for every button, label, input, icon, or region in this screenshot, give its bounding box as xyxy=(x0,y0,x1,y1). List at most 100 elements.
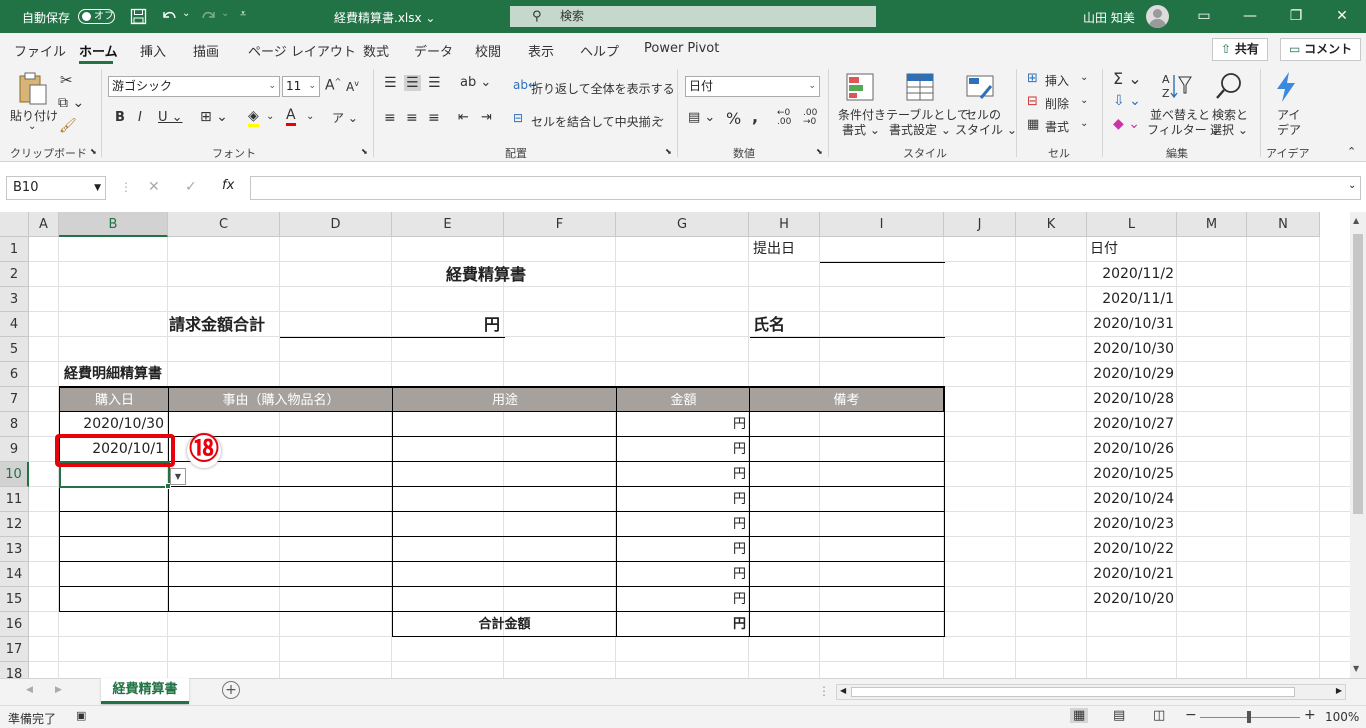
alignment-launcher-icon[interactable]: ⬊ xyxy=(665,147,672,156)
date-list-header[interactable]: 日付 xyxy=(1090,237,1118,262)
column-header-i[interactable]: I xyxy=(820,212,944,237)
row-header-12[interactable]: 12 xyxy=(0,512,29,537)
total-request-label[interactable]: 請求金額合計 xyxy=(169,312,265,337)
decrease-font-icon[interactable]: Av xyxy=(346,79,359,94)
row-header-17[interactable]: 17 xyxy=(0,637,29,662)
align-middle-icon[interactable]: ☰ xyxy=(404,75,421,91)
enter-icon[interactable]: ✓ xyxy=(185,179,197,195)
row-header-2[interactable]: 2 xyxy=(0,262,29,287)
row-header-16[interactable]: 16 xyxy=(0,612,29,637)
avatar[interactable] xyxy=(1146,5,1169,28)
formula-input[interactable] xyxy=(250,176,1361,200)
conditional-formatting-icon[interactable] xyxy=(845,72,875,102)
tab-split-handle[interactable]: ⋮ xyxy=(818,684,830,698)
tab-view[interactable]: 表示 xyxy=(528,41,554,60)
decrease-decimal-icon[interactable]: .00 →0 xyxy=(803,109,817,127)
date-list-item[interactable]: 2020/10/28 xyxy=(1087,387,1177,412)
date-list-item[interactable]: 2020/10/24 xyxy=(1087,487,1177,512)
italic-icon[interactable]: I xyxy=(138,110,142,125)
merge-center-button[interactable]: セルを結合して中央揃え xyxy=(531,113,663,130)
minimize-icon[interactable]: — xyxy=(1240,8,1260,24)
tab-file[interactable]: ファイル xyxy=(14,41,66,60)
date-list-item[interactable]: 2020/11/2 xyxy=(1087,262,1177,287)
tab-draw[interactable]: 描画 xyxy=(193,41,219,60)
undo-dropdown-icon[interactable]: ⌄ xyxy=(182,8,190,19)
conditional-formatting-label2[interactable]: 書式 ⌄ xyxy=(842,121,880,138)
dropdown-list-button[interactable]: ▼ xyxy=(170,468,186,485)
accounting-format-icon[interactable]: ▤ ⌄ xyxy=(688,110,715,125)
format-cells-button[interactable]: 書式 xyxy=(1045,118,1069,135)
vertical-scroll-thumb[interactable] xyxy=(1353,234,1363,514)
close-icon[interactable]: ✕ xyxy=(1332,8,1352,24)
sort-filter-icon[interactable]: AZ xyxy=(1160,71,1192,101)
align-right-icon[interactable]: ≡ xyxy=(428,110,440,126)
tab-help[interactable]: ヘルプ xyxy=(580,41,619,60)
merge-dropdown-icon[interactable]: ⌄ xyxy=(657,113,665,124)
delete-cells-icon[interactable]: ⊟ xyxy=(1027,94,1038,109)
amount-cell[interactable]: 円 xyxy=(617,587,749,612)
zoom-in-icon[interactable]: + xyxy=(1304,707,1316,723)
file-name[interactable]: 経費精算書.xlsx ⌄ xyxy=(334,9,435,26)
ribbon-display-options-icon[interactable]: ▭ xyxy=(1194,8,1214,24)
row-header-9[interactable]: 9 xyxy=(0,437,29,462)
row-header-15[interactable]: 15 xyxy=(0,587,29,612)
row-header-6[interactable]: 6 xyxy=(0,362,29,387)
sheet-tab-active[interactable]: 経費精算書 xyxy=(101,678,189,704)
align-left-icon[interactable]: ≡ xyxy=(384,110,396,126)
format-as-table-label2[interactable]: 書式設定 ⌄ xyxy=(889,121,951,138)
column-header-d[interactable]: D xyxy=(280,212,392,237)
total-label[interactable]: 合計金額 xyxy=(393,612,616,637)
insert-cells-icon[interactable]: ⊞ xyxy=(1027,71,1038,86)
row-header-5[interactable]: 5 xyxy=(0,337,29,362)
tab-review[interactable]: 校閲 xyxy=(475,41,501,60)
date-list-item[interactable]: 2020/10/25 xyxy=(1087,462,1177,487)
undo-icon[interactable] xyxy=(160,8,178,25)
column-header-f[interactable]: F xyxy=(504,212,616,237)
date-list-item[interactable]: 2020/10/27 xyxy=(1087,412,1177,437)
header-purpose[interactable]: 用途 xyxy=(392,387,617,412)
insert-cells-button[interactable]: 挿入 xyxy=(1045,72,1069,89)
underline-icon[interactable]: U ⌄ xyxy=(158,110,183,125)
column-header-b[interactable]: B xyxy=(59,212,168,237)
date-list-item[interactable]: 2020/10/23 xyxy=(1087,512,1177,537)
increase-indent-icon[interactable]: ⇥ xyxy=(481,110,492,125)
tab-home[interactable]: ホーム xyxy=(79,41,118,60)
search-box[interactable]: ⚲ 検索 xyxy=(510,6,876,27)
name-box[interactable]: B10 ▼ xyxy=(6,176,106,200)
column-header-c[interactable]: C xyxy=(168,212,280,237)
align-bottom-icon[interactable]: ☰ xyxy=(428,75,441,91)
column-header-m[interactable]: M xyxy=(1177,212,1247,237)
macro-record-icon[interactable]: ▣ xyxy=(76,709,86,722)
tab-power-pivot[interactable]: Power Pivot xyxy=(644,41,719,56)
total-unit[interactable]: 円 xyxy=(617,612,749,637)
find-select-label2[interactable]: 選択 ⌄ xyxy=(1210,121,1248,138)
clear-icon[interactable]: ◆ ⌄ xyxy=(1113,116,1140,132)
increase-decimal-icon[interactable]: ←0.00 xyxy=(777,109,791,127)
merge-center-icon[interactable]: ⊟ xyxy=(513,111,523,125)
phonetic-icon[interactable]: ア ⌄ xyxy=(332,109,358,126)
column-header-h[interactable]: H xyxy=(749,212,820,237)
column-header-e[interactable]: E xyxy=(392,212,504,237)
column-header-l[interactable]: L xyxy=(1087,212,1177,237)
comma-style-icon[interactable]: , xyxy=(752,107,758,126)
align-center-icon[interactable]: ≡ xyxy=(406,110,418,126)
date-list-item[interactable]: 2020/11/1 xyxy=(1087,287,1177,312)
total-request-yen[interactable]: 円 xyxy=(484,312,500,337)
copy-icon[interactable]: ⧉ ⌄ xyxy=(58,95,84,111)
header-reason[interactable]: 事由（購入物品名） xyxy=(168,387,393,412)
amount-cell[interactable]: 円 xyxy=(617,487,749,512)
tab-insert[interactable]: 挿入 xyxy=(140,41,166,60)
zoom-level[interactable]: 100% xyxy=(1325,710,1359,724)
row-header-7[interactable]: 7 xyxy=(0,387,29,412)
comment-button[interactable]: ▭ コメント xyxy=(1280,38,1362,61)
expand-formula-icon[interactable]: ⌄ xyxy=(1348,180,1356,191)
page-break-view-icon[interactable]: ◫ xyxy=(1153,708,1165,723)
orientation-icon[interactable]: ab ⌄ xyxy=(460,75,491,90)
save-icon[interactable] xyxy=(130,8,147,25)
customize-qat-icon[interactable]: ⩡ xyxy=(240,7,246,21)
page-layout-view-icon[interactable]: ▤ xyxy=(1113,708,1125,723)
format-dropdown-icon[interactable]: ⌄ xyxy=(1080,118,1088,129)
collapse-ribbon-icon[interactable]: ⌃ xyxy=(1347,145,1356,158)
format-painter-icon[interactable]: 🖌 xyxy=(59,118,77,134)
date-list-item[interactable]: 2020/10/30 xyxy=(1087,337,1177,362)
